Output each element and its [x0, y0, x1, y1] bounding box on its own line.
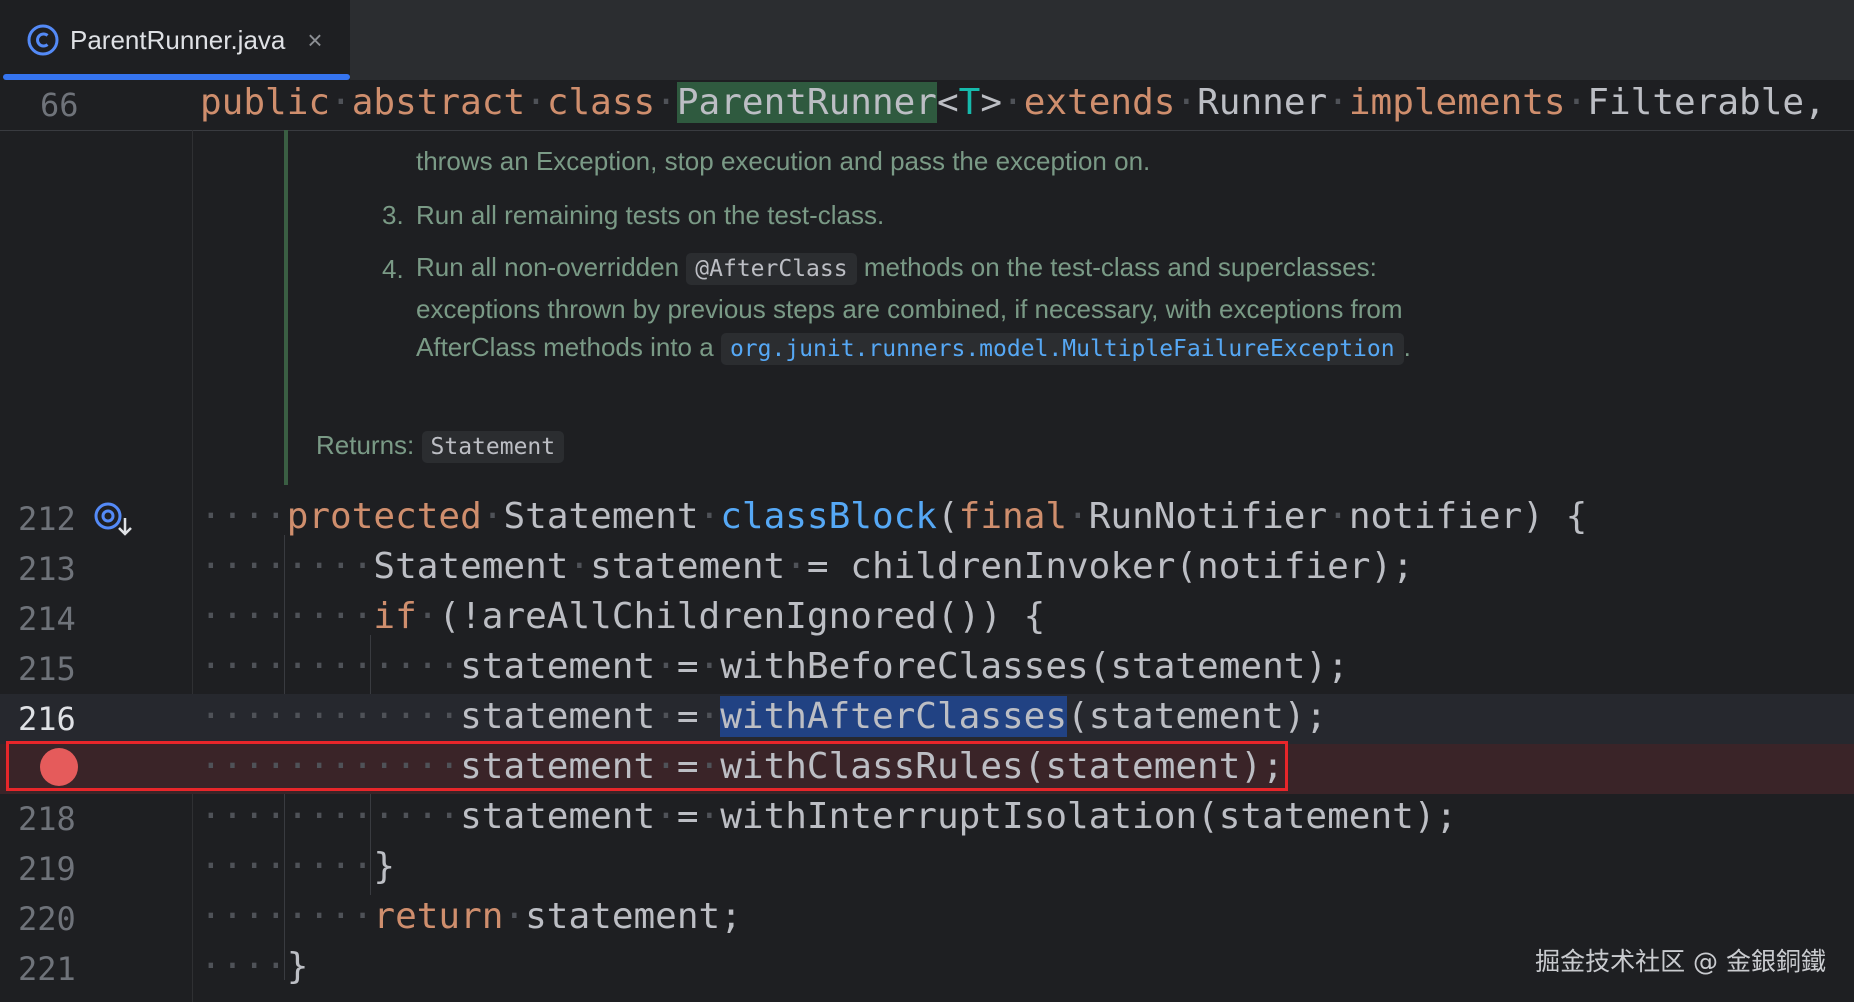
class-name: ParentRunner — [676, 82, 937, 123]
inline-code: Statement — [421, 431, 565, 463]
code-line-212[interactable]: 212 ····protected·Statement·classBlock(f… — [0, 494, 1854, 544]
code-text: ············statement·=·withAfterClasses… — [200, 696, 1328, 737]
javadoc-text: Returns: Statement — [316, 430, 565, 463]
list-number: 3. — [382, 200, 404, 230]
code-text: ········Statement·statement·= childrenIn… — [200, 546, 1414, 587]
code-text: ············statement·=·withInterruptIso… — [200, 796, 1458, 837]
list-number: 4. — [382, 254, 404, 284]
line-number: 216 — [18, 700, 76, 738]
rendered-javadoc[interactable]: throws an Exception, stop execution and … — [284, 130, 1684, 485]
code-text: ········if·(!areAllChildrenIgnored()) { — [200, 596, 1046, 637]
line-number: 214 — [18, 600, 76, 638]
editor-tab-bar: ParentRunner.java × — [0, 0, 1854, 80]
javadoc-bar — [284, 130, 288, 485]
line-number: 66 — [40, 86, 79, 124]
code-line-213[interactable]: 213 ········Statement·statement·= childr… — [0, 544, 1854, 594]
implementing-methods-icon[interactable] — [92, 500, 136, 544]
close-icon[interactable]: × — [307, 25, 322, 56]
code-line-215[interactable]: 215 ············statement·=·withBeforeCl… — [0, 644, 1854, 694]
inline-code: @AfterClass — [686, 253, 857, 285]
tab-parentrunner-java[interactable]: ParentRunner.java × — [0, 0, 350, 80]
code-line-219[interactable]: 219 ········} — [0, 844, 1854, 894]
sticky-class-header[interactable]: 66 public·abstract·class·ParentRunner<T>… — [0, 80, 1854, 131]
line-number: 220 — [18, 900, 76, 938]
line-number: 218 — [18, 800, 76, 838]
code-text: ············statement·=·withBeforeClasse… — [200, 646, 1349, 687]
javadoc-link[interactable]: org.junit.runners.model.MultipleFailureE… — [720, 333, 1404, 365]
code-text: ········return·statement; — [200, 896, 742, 937]
code-text: ····protected·Statement·classBlock(final… — [200, 496, 1588, 537]
javadoc-text: AfterClass methods into a org.junit.runn… — [416, 332, 1411, 365]
line-number: 213 — [18, 550, 76, 588]
line-number: 215 — [18, 650, 76, 688]
javadoc-text: throws an Exception, stop execution and … — [416, 146, 1151, 176]
code-line-214[interactable]: 214 ········if·(!areAllChildrenIgnored()… — [0, 594, 1854, 644]
line-number: 219 — [18, 850, 76, 888]
code-text: ····} — [200, 946, 309, 987]
javadoc-text: Run all non-overridden @AfterClass metho… — [416, 252, 1377, 285]
selected-text: withAfterClasses — [720, 696, 1068, 737]
code-line-220[interactable]: 220 ········return·statement; — [0, 894, 1854, 944]
line-number: 221 — [18, 950, 76, 988]
code-line-216-current[interactable]: 216 ············statement·=·withAfterCla… — [0, 694, 1854, 744]
line-number: 212 — [18, 500, 76, 538]
class-icon — [26, 23, 60, 57]
code-text: ········} — [200, 846, 396, 887]
sticky-code: public·abstract·class·ParentRunner<T>·ex… — [200, 82, 1826, 123]
tab-title: ParentRunner.java — [70, 24, 286, 55]
javadoc-text: Run all remaining tests on the test-clas… — [416, 200, 885, 230]
highlight-annotation-box — [6, 741, 1288, 791]
code-line-218[interactable]: 218 ············statement·=·withInterrup… — [0, 794, 1854, 844]
javadoc-text: exceptions thrown by previous steps are … — [416, 294, 1403, 324]
watermark: 掘金技术社区 @ 金銀銅鐵 — [1535, 947, 1826, 976]
